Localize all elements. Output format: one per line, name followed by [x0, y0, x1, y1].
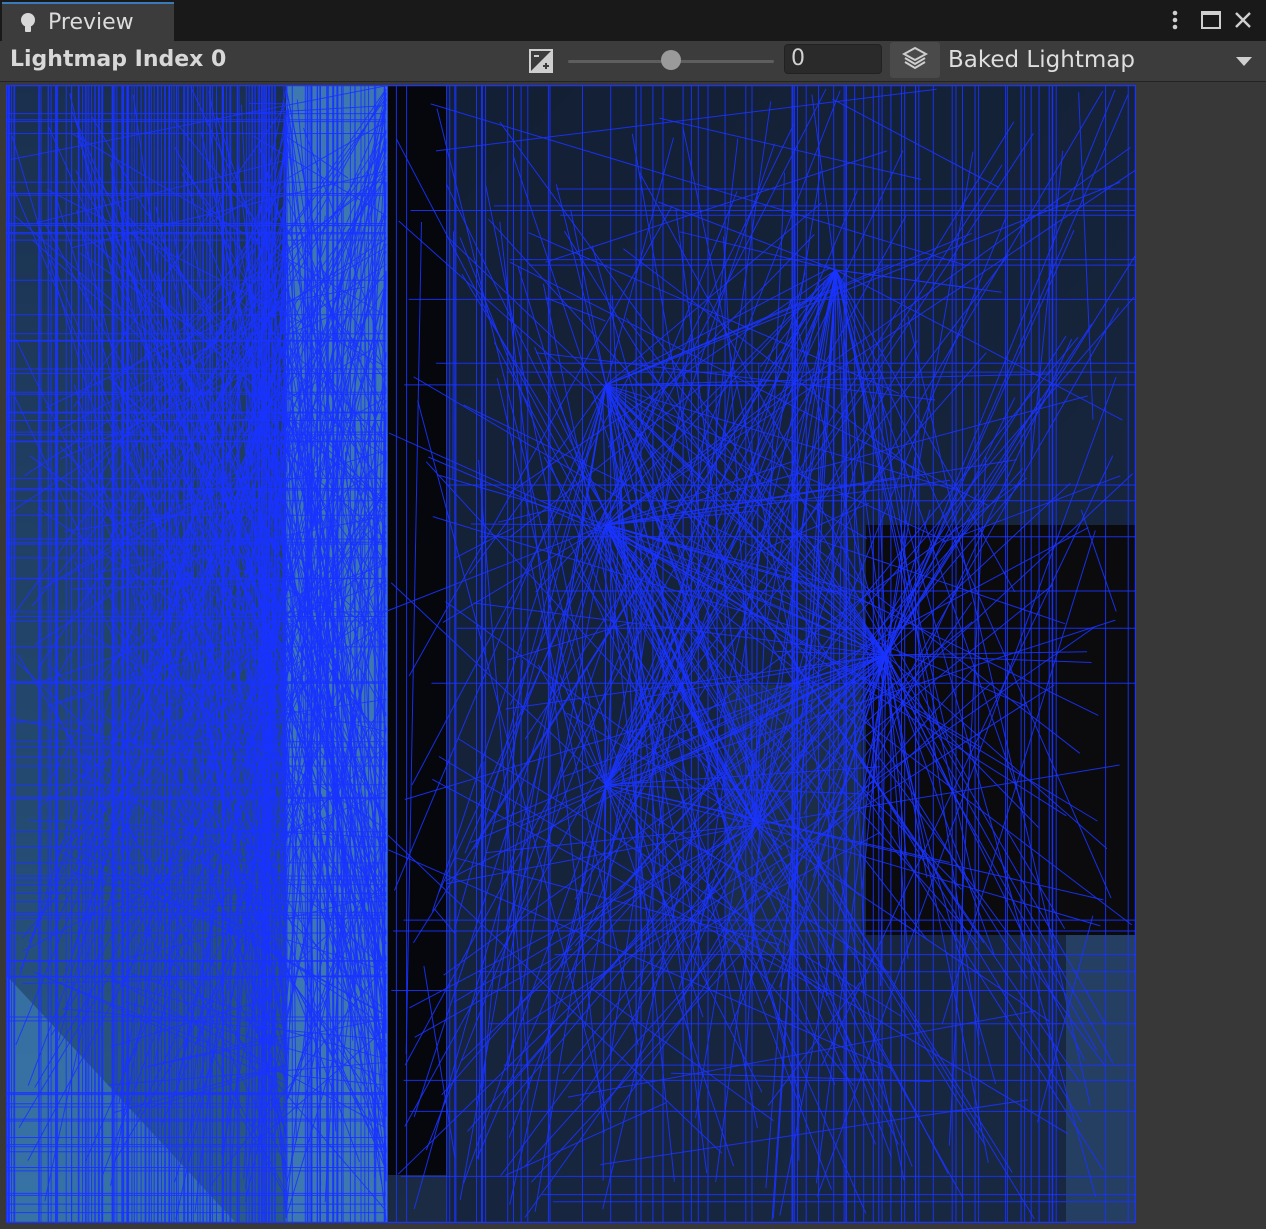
layers-button[interactable] [890, 42, 940, 78]
tab-bar: Preview [0, 0, 1266, 41]
lightmap-preview[interactable] [6, 85, 1136, 1223]
lightmap-mode-label: Baked Lightmap [948, 47, 1135, 73]
maximize-icon[interactable] [1198, 6, 1224, 34]
exposure-value-field[interactable]: 0 [784, 44, 882, 74]
tab-label: Preview [48, 10, 134, 35]
lightmap-index-label: Lightmap Index 0 [10, 47, 227, 72]
lightmap-wireframe [6, 85, 1136, 1223]
lightbulb-icon [18, 11, 38, 35]
layers-icon [901, 46, 929, 74]
tab-preview[interactable]: Preview [2, 2, 174, 41]
close-icon[interactable] [1230, 6, 1256, 34]
kebab-menu-icon[interactable] [1166, 6, 1184, 34]
toolbar: Lightmap Index 0 0 Baked Lightmap [0, 41, 1266, 82]
lightmap-mode-dropdown[interactable]: Baked Lightmap [942, 42, 1262, 78]
exposure-slider-thumb[interactable] [661, 50, 681, 70]
chevron-down-icon [1236, 52, 1252, 71]
exposure-icon[interactable] [529, 49, 553, 73]
